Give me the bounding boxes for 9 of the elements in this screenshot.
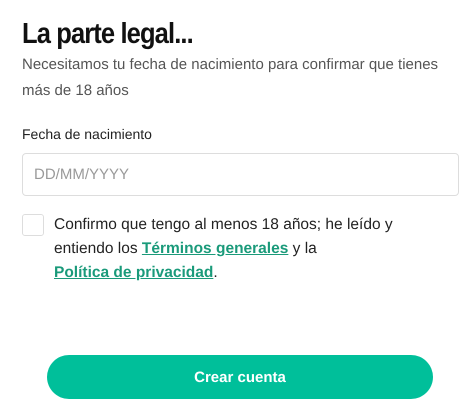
field-label: Fecha de nacimiento — [22, 126, 152, 142]
link[interactable]: Términos generales — [142, 240, 288, 257]
date-field[interactable]: DD/MM/YYYY — [22, 153, 459, 196]
page-title: La parte legal... — [22, 17, 193, 52]
subtitle: Necesitamos tu fecha de nacimiento para confirmar que tienes más de 18 años — [22, 55, 440, 101]
link[interactable]: Política de privacidad — [54, 264, 214, 281]
create-account-button[interactable]: Crear cuenta — [47, 355, 433, 399]
checkbox[interactable] — [22, 214, 44, 236]
consent-text: Confirmo que tengo al menos 18 años; he leído y entiendo los Términos generales y la Política de privacidad. — [54, 215, 394, 283]
